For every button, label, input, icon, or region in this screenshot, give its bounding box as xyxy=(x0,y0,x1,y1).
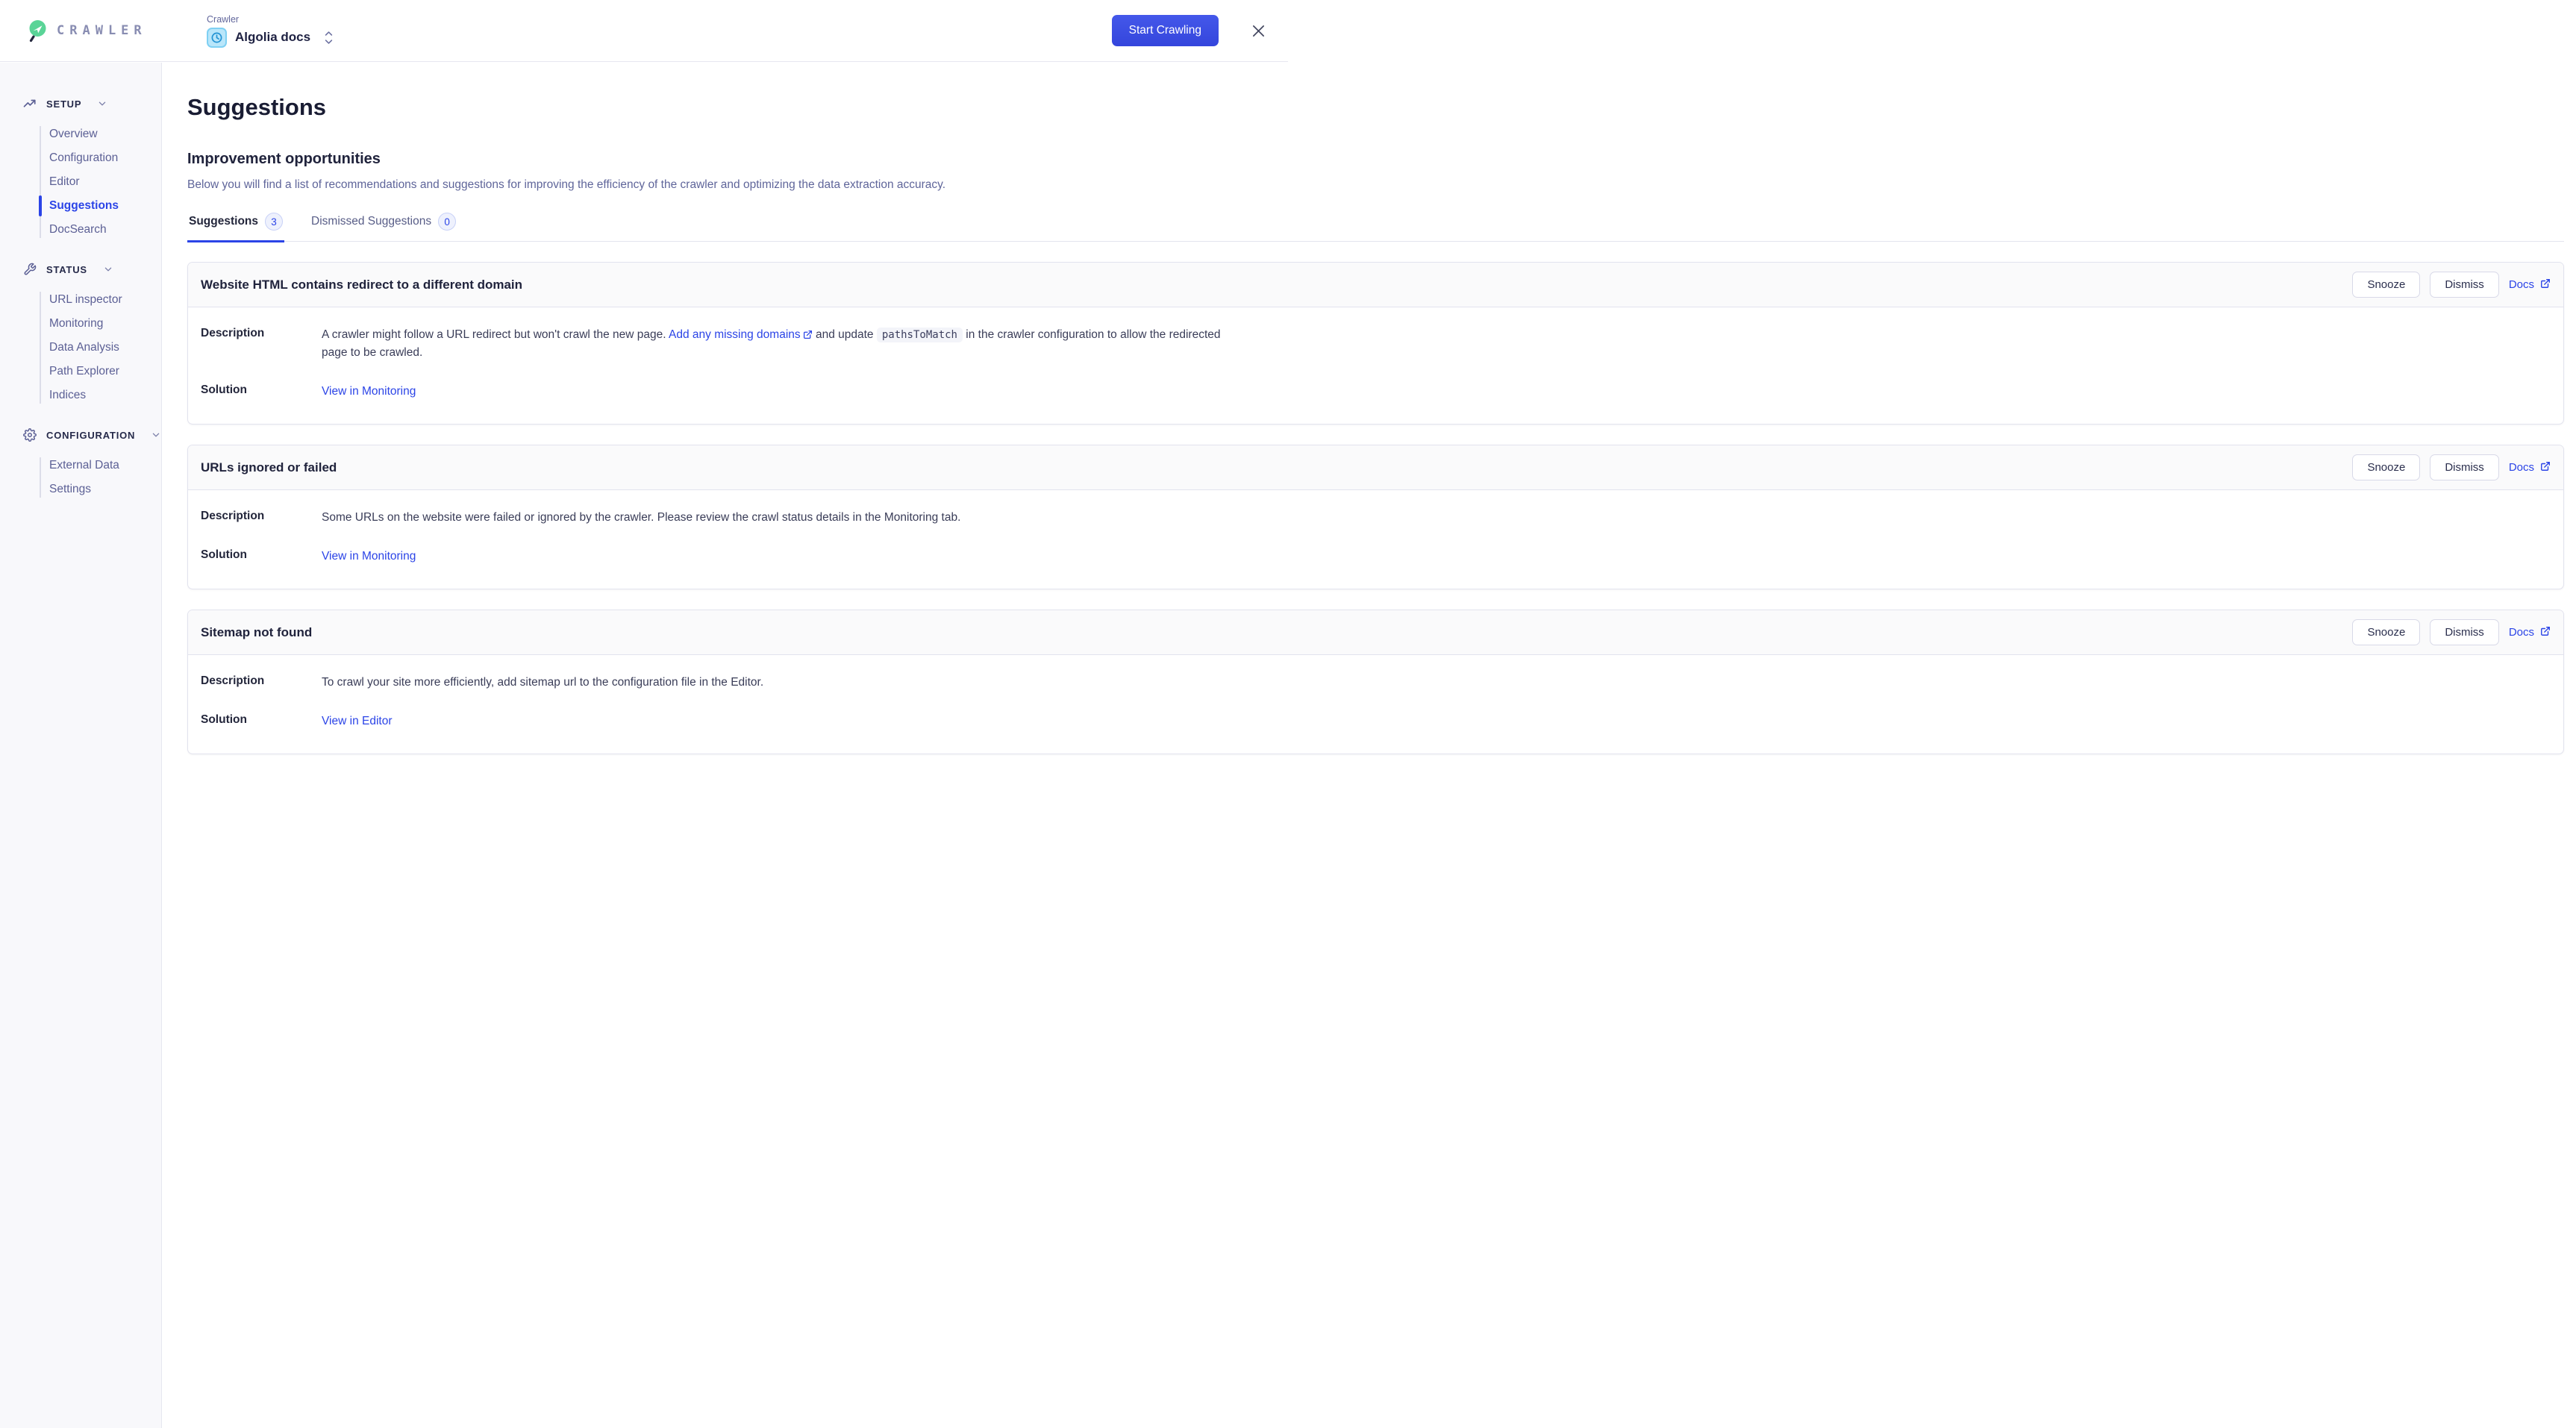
wrench-icon xyxy=(23,263,37,276)
dismiss-button[interactable]: Dismiss xyxy=(2430,454,2499,480)
sidebar-section-status: STATUS URL inspector Monitoring Data Ana… xyxy=(0,263,161,407)
main-content: Suggestions Improvement opportunities Be… xyxy=(162,63,2576,1428)
docs-link[interactable]: Docs xyxy=(2509,461,2551,475)
start-crawling-button[interactable]: Start Crawling xyxy=(1112,15,1219,46)
logo-text: CRAWLER xyxy=(57,23,147,38)
close-icon[interactable] xyxy=(1251,24,1266,38)
chevron-down-icon xyxy=(151,428,160,442)
view-in-editor-link[interactable]: View in Editor xyxy=(322,715,392,727)
tab-count-badge: 3 xyxy=(265,213,283,231)
sidebar-section-setup: SETUP Overview Configuration Editor Sugg… xyxy=(0,97,161,242)
tab-suggestions[interactable]: Suggestions 3 xyxy=(187,213,284,242)
sidebar-section-label: CONFIGURATION xyxy=(46,430,135,441)
solution-label: Solution xyxy=(201,548,322,562)
sidebar-section-label: STATUS xyxy=(46,264,87,275)
sidebar-item-overview[interactable]: Overview xyxy=(0,122,161,146)
suggestion-card-redirect: Website HTML contains redirect to a diff… xyxy=(187,262,2564,425)
crawler-selector[interactable]: Crawler Algolia docs xyxy=(207,14,334,48)
sidebar-item-data-analysis[interactable]: Data Analysis xyxy=(0,336,161,360)
description-label: Description xyxy=(201,327,322,340)
docs-link[interactable]: Docs xyxy=(2509,278,2551,292)
page-title: Suggestions xyxy=(187,94,2564,121)
sidebar-section-configuration-header[interactable]: CONFIGURATION xyxy=(0,428,161,442)
docs-link-label: Docs xyxy=(2509,461,2534,474)
sidebar-item-path-explorer[interactable]: Path Explorer xyxy=(0,360,161,383)
docs-link-label: Docs xyxy=(2509,278,2534,291)
crawler-selector-label: Crawler xyxy=(207,14,334,25)
solution-label: Solution xyxy=(201,713,322,727)
chevron-down-icon xyxy=(104,263,113,276)
external-link-icon xyxy=(2540,461,2551,475)
chevron-down-icon xyxy=(98,97,107,110)
external-link-icon xyxy=(803,328,813,345)
sidebar-section-label: SETUP xyxy=(46,98,81,110)
view-in-monitoring-link[interactable]: View in Monitoring xyxy=(322,550,416,563)
sidebar-item-url-inspector[interactable]: URL inspector xyxy=(0,288,161,312)
clock-icon xyxy=(207,28,227,48)
description-text: To crawl your site more efficiently, add… xyxy=(322,674,763,691)
app-logo: CRAWLER xyxy=(28,19,162,43)
docs-link[interactable]: Docs xyxy=(2509,626,2551,639)
card-title: URLs ignored or failed xyxy=(201,460,337,475)
crawler-name: Algolia docs xyxy=(235,30,310,45)
tabs-bar: Suggestions 3 Dismissed Suggestions 0 xyxy=(187,213,2564,242)
sidebar: SETUP Overview Configuration Editor Sugg… xyxy=(0,63,162,1428)
sidebar-item-external-data[interactable]: External Data xyxy=(0,454,161,477)
gear-icon xyxy=(23,428,37,442)
sidebar-item-configuration[interactable]: Configuration xyxy=(0,146,161,170)
suggestion-card-sitemap: Sitemap not found Snooze Dismiss Docs De… xyxy=(187,610,2564,754)
sidebar-section-setup-header[interactable]: SETUP xyxy=(0,97,161,110)
tab-label: Dismissed Suggestions xyxy=(311,215,431,228)
dismiss-button[interactable]: Dismiss xyxy=(2430,619,2499,645)
solution-label: Solution xyxy=(201,383,322,397)
add-missing-domains-link[interactable]: Add any missing domains xyxy=(669,328,813,341)
sidebar-item-editor[interactable]: Editor xyxy=(0,170,161,194)
section-title: Improvement opportunities xyxy=(187,151,2564,168)
description-text: Some URLs on the website were failed or … xyxy=(322,510,960,526)
sidebar-item-monitoring[interactable]: Monitoring xyxy=(0,312,161,336)
card-title: Sitemap not found xyxy=(201,625,312,640)
description-label: Description xyxy=(201,510,322,523)
sidebar-section-status-header[interactable]: STATUS xyxy=(0,263,161,276)
view-in-monitoring-link[interactable]: View in Monitoring xyxy=(322,385,416,398)
snooze-button[interactable]: Snooze xyxy=(2352,619,2420,645)
sidebar-item-indices[interactable]: Indices xyxy=(0,383,161,407)
suggestion-card-urls-ignored: URLs ignored or failed Snooze Dismiss Do… xyxy=(187,445,2564,589)
trending-up-icon xyxy=(23,97,37,110)
tab-label: Suggestions xyxy=(189,215,258,228)
section-subtitle: Below you will find a list of recommenda… xyxy=(187,178,2564,192)
crawler-pin-icon xyxy=(28,19,48,43)
snooze-button[interactable]: Snooze xyxy=(2352,272,2420,298)
tab-count-badge: 0 xyxy=(438,213,456,231)
description-label: Description xyxy=(201,674,322,688)
select-updown-icon xyxy=(324,31,334,45)
snooze-button[interactable]: Snooze xyxy=(2352,454,2420,480)
sidebar-item-settings[interactable]: Settings xyxy=(0,477,161,501)
external-link-icon xyxy=(2540,626,2551,639)
sidebar-item-docsearch[interactable]: DocSearch xyxy=(0,218,161,242)
card-title: Website HTML contains redirect to a diff… xyxy=(201,278,522,292)
paths-to-match-code: pathsToMatch xyxy=(877,328,963,342)
external-link-icon xyxy=(2540,278,2551,292)
docs-link-label: Docs xyxy=(2509,626,2534,639)
top-bar: CRAWLER Crawler Algolia docs Start Crawl… xyxy=(0,0,1288,62)
sidebar-item-suggestions[interactable]: Suggestions xyxy=(0,194,161,218)
dismiss-button[interactable]: Dismiss xyxy=(2430,272,2499,298)
tab-dismissed-suggestions[interactable]: Dismissed Suggestions 0 xyxy=(310,213,457,242)
sidebar-section-configuration: CONFIGURATION External Data Settings xyxy=(0,428,161,501)
description-text: A crawler might follow a URL redirect bu… xyxy=(322,327,1225,362)
